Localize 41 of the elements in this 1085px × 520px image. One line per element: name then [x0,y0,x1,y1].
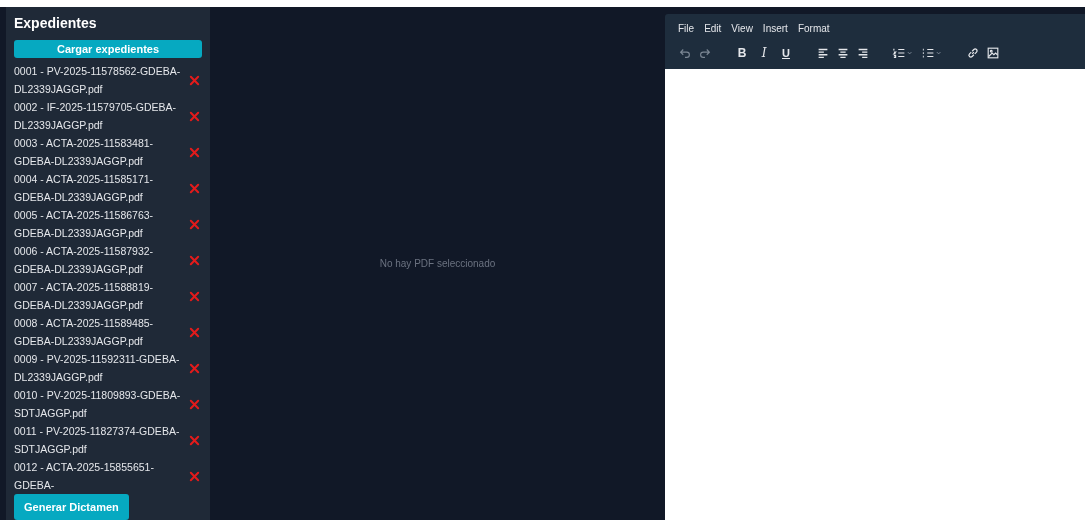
align-right-icon[interactable] [856,46,870,60]
delete-icon[interactable] [189,326,200,338]
empty-message: No hay PDF seleccionado [379,258,496,269]
delete-icon[interactable] [189,362,200,374]
numbered-list-icon[interactable] [892,46,915,60]
delete-icon[interactable] [189,398,200,410]
align-center-icon[interactable] [836,46,850,60]
delete-icon[interactable] [189,110,200,122]
bullet-list-icon[interactable] [921,46,944,60]
delete-icon[interactable] [189,434,200,446]
italic-button[interactable]: I [756,46,772,60]
delete-icon[interactable] [189,470,200,482]
link-icon[interactable] [966,46,980,60]
file-name[interactable]: 0008 - ACTA-2025-11589485-GDEBA-DL2339JAGGP.pdf [14,314,186,350]
file-name[interactable]: 0005 - ACTA-2025-11586763-GDEBA-DL2339JAGGP.pdf [14,206,186,242]
bold-button[interactable]: B [734,46,750,60]
menu-item[interactable]: Format [797,23,830,34]
underline-button[interactable]: U [778,47,794,59]
delete-icon[interactable] [189,74,200,86]
file-name[interactable]: 0011 - PV-2025-11827374-GDEBA-SDTJAGGP.pdf [14,422,186,458]
file-name[interactable]: 0012 - ACTA-2025-15855651-GDEBA- [14,458,186,494]
file-name[interactable]: 0004 - ACTA-2025-11585171-GDEBA-DL2339JAGGP.pdf [14,170,186,206]
menu-item[interactable]: File [678,23,695,34]
file-name[interactable]: 0010 - PV-2025-11809893-GDEBA-SDTJAGGP.pdf [14,386,186,422]
menu-item[interactable]: Insert [762,23,788,34]
file-name[interactable]: 0003 - ACTA-2025-11583481-GDEBA-DL2339JAGGP.pdf [14,134,186,170]
menu-item[interactable]: Edit [704,23,722,34]
delete-icon[interactable] [189,218,200,230]
align-left-icon[interactable] [816,46,830,60]
delete-icon[interactable] [189,146,200,158]
file-name[interactable]: 0006 - ACTA-2025-11587932-GDEBA-DL2339JAGGP.pdf [14,242,186,278]
file-name[interactable]: 0009 - PV-2025-11592311-GDEBA-DL2339JAGGP.pdf [14,350,186,386]
image-icon[interactable] [986,46,1000,60]
sidebar-title: Expedientes [14,15,98,31]
file-name[interactable]: 0001 - PV-2025-11578562-GDEBA-DL2339JAGGP.pdf [14,62,186,98]
delete-icon[interactable] [189,290,200,302]
delete-icon[interactable] [189,182,200,194]
file-name[interactable]: 0002 - IF-2025-11579705-GDEBA-DL2339JAGGP.pdf [14,98,186,134]
delete-icon[interactable] [189,254,200,266]
menu-item[interactable]: View [731,23,753,34]
file-name[interactable]: 0007 - ACTA-2025-11588819-GDEBA-DL2339JAGGP.pdf [14,278,186,314]
